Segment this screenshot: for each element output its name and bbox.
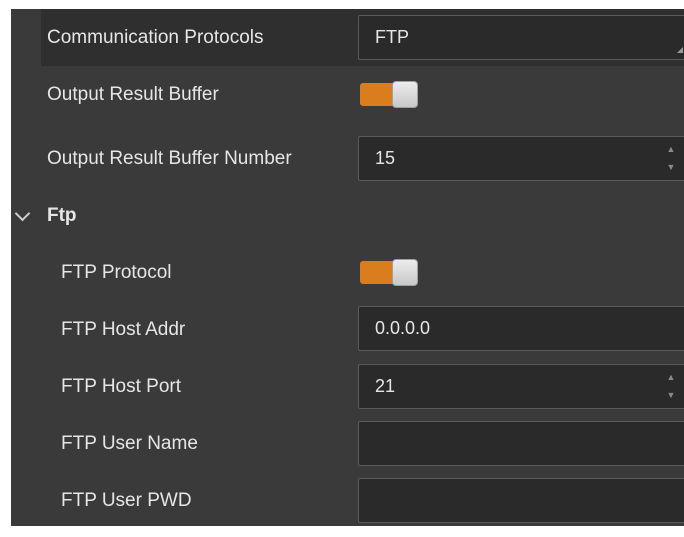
section-collapse-toggle[interactable] xyxy=(11,187,41,244)
chevron-down-icon xyxy=(14,205,31,222)
row-communication-protocols: Communication Protocols FTP xyxy=(41,9,684,66)
row-output-result-buffer: Output Result Buffer xyxy=(11,66,684,123)
row-output-result-buffer-number: Output Result Buffer Number 15 ▲ ▼ xyxy=(11,130,684,187)
output-result-buffer-number-label: Output Result Buffer Number xyxy=(47,148,292,169)
row-ftp-host-addr: FTP Host Addr 0.0.0.0 xyxy=(11,301,684,358)
spinner-down-icon[interactable]: ▼ xyxy=(665,163,677,172)
ftp-host-port-input[interactable]: 21 ▲ ▼ xyxy=(358,364,684,409)
row-ftp-user-pwd: FTP User PWD xyxy=(11,472,684,526)
row-ftp-user-name: FTP User Name xyxy=(11,415,684,472)
toggle-knob xyxy=(392,81,418,108)
output-result-buffer-label: Output Result Buffer xyxy=(47,84,219,105)
ftp-host-port-label: FTP Host Port xyxy=(61,376,182,397)
section-ftp-label: Ftp xyxy=(47,205,77,226)
spinner-down-icon[interactable]: ▼ xyxy=(665,391,677,400)
ftp-protocol-label: FTP Protocol xyxy=(61,262,172,283)
communication-protocols-value: FTP xyxy=(375,27,409,47)
output-result-buffer-toggle[interactable] xyxy=(360,81,418,108)
ftp-user-name-label: FTP User Name xyxy=(61,433,198,454)
ftp-host-addr-input[interactable]: 0.0.0.0 xyxy=(358,306,684,351)
ftp-user-pwd-label: FTP User PWD xyxy=(61,490,192,511)
output-result-buffer-number-input[interactable]: 15 ▲ ▼ xyxy=(358,136,684,181)
properties-panel: Communication Protocols FTP Output Resul… xyxy=(11,9,684,526)
communication-protocols-dropdown[interactable]: FTP xyxy=(358,15,684,60)
ftp-user-pwd-input[interactable] xyxy=(358,478,684,523)
toggle-knob xyxy=(392,259,418,286)
ftp-protocol-toggle[interactable] xyxy=(360,259,418,286)
row-ftp-host-port: FTP Host Port 21 ▲ ▼ xyxy=(11,358,684,415)
row-ftp-protocol: FTP Protocol xyxy=(11,244,684,301)
ftp-host-addr-value: 0.0.0.0 xyxy=(375,318,431,338)
spinner-up-icon[interactable]: ▲ xyxy=(665,145,677,154)
ftp-user-name-input[interactable] xyxy=(358,421,684,466)
ftp-host-addr-label: FTP Host Addr xyxy=(61,319,186,340)
communication-protocols-label: Communication Protocols xyxy=(47,27,264,48)
output-result-buffer-number-value: 15 xyxy=(375,148,396,168)
spinner-up-icon[interactable]: ▲ xyxy=(665,373,677,382)
section-ftp-header[interactable]: Ftp xyxy=(11,187,684,244)
ftp-host-port-value: 21 xyxy=(375,376,396,396)
dropdown-corner-icon xyxy=(677,47,683,53)
